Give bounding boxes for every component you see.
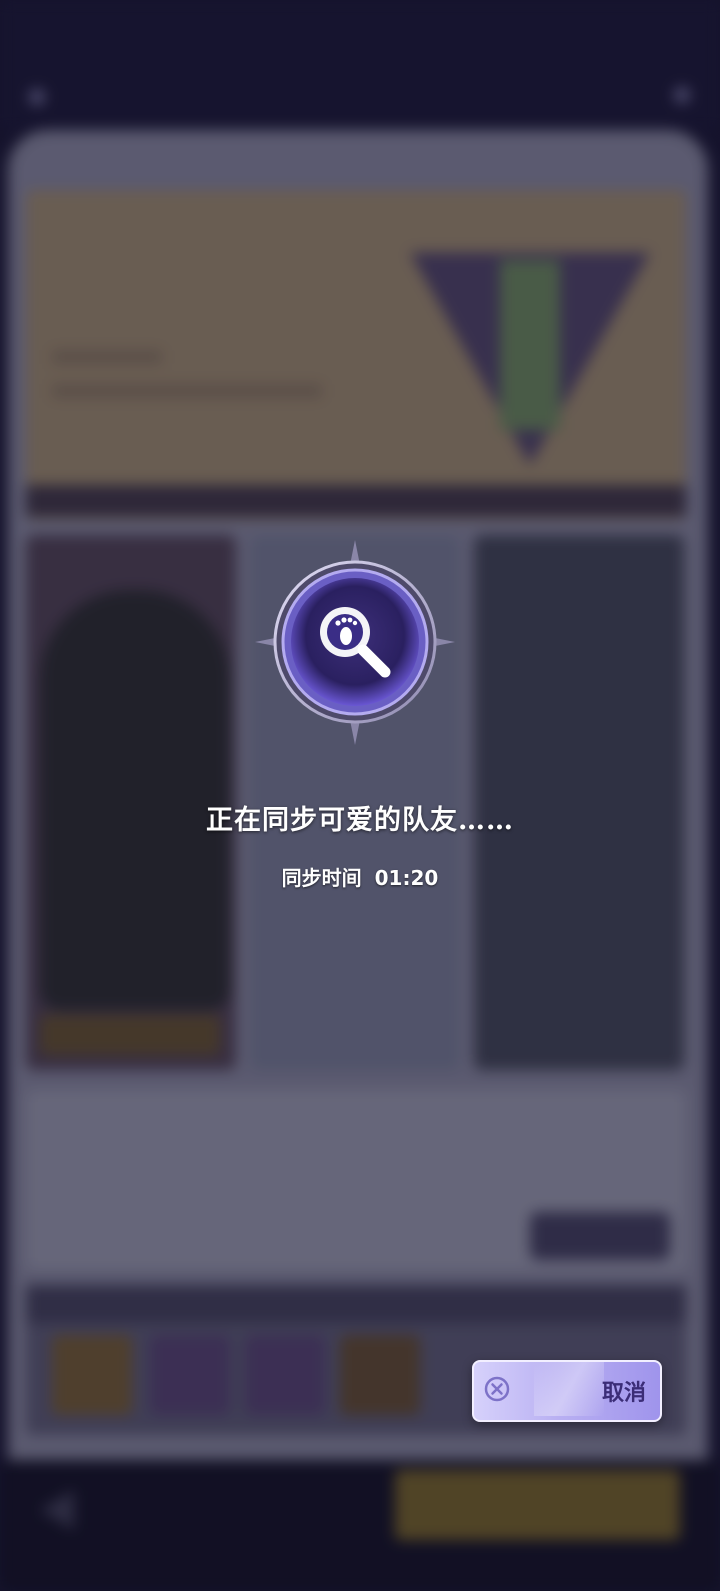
dim-overlay bbox=[0, 0, 720, 1591]
cancel-button[interactable]: 取消 bbox=[472, 1360, 662, 1422]
magnifier-footprint-icon bbox=[255, 540, 455, 745]
cancel-button-label: 取消 bbox=[601, 1380, 646, 1406]
sync-timer: 同步时间 01:20 bbox=[0, 862, 720, 891]
close-circle-icon bbox=[484, 1376, 510, 1402]
sync-timer-value: 01:20 bbox=[374, 866, 439, 890]
loading-message: 正在同步可爱的队友…… bbox=[206, 805, 514, 836]
sync-timer-label: 同步时间 bbox=[281, 866, 362, 890]
button-sheen bbox=[534, 1362, 604, 1416]
